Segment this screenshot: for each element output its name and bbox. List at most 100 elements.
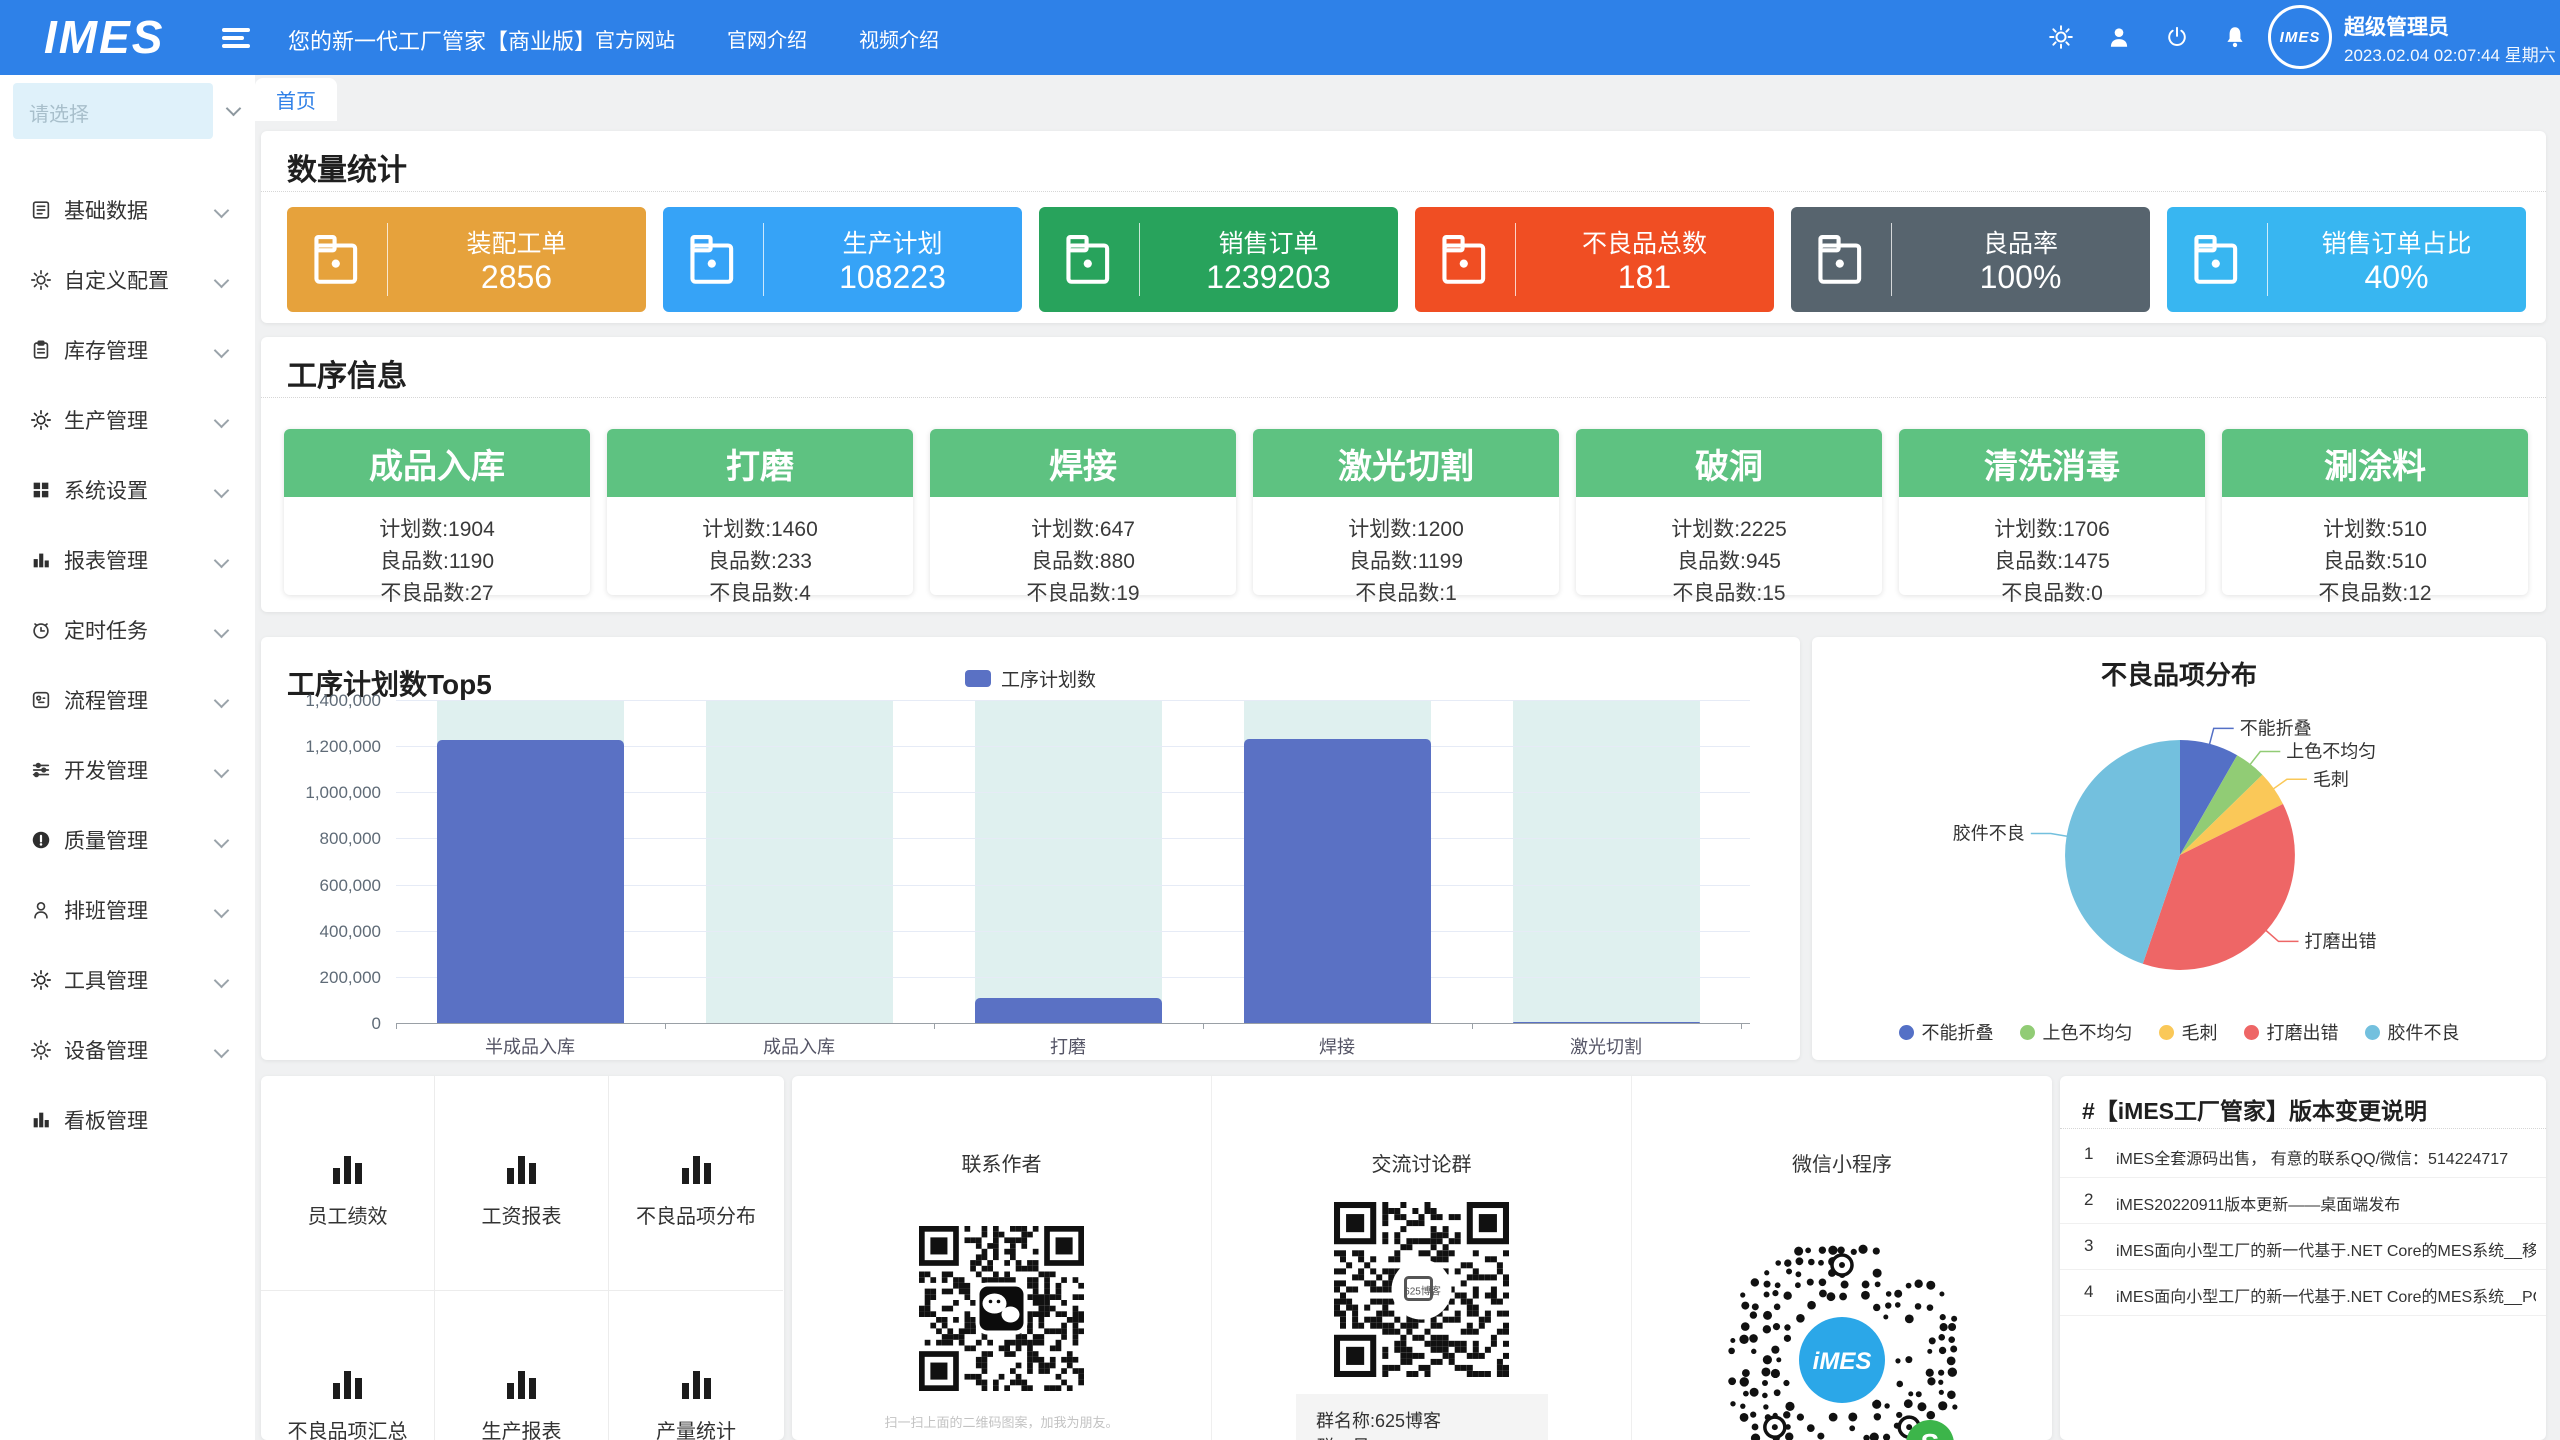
x-axis xyxy=(396,1023,1750,1024)
stat-card-1[interactable]: 装配工单2856 xyxy=(287,207,646,312)
archive-icon xyxy=(2167,207,2267,312)
avatar[interactable]: IMES xyxy=(2268,5,2332,69)
pie-label: 上色不均匀 xyxy=(2286,742,2376,762)
user-icon[interactable] xyxy=(2106,24,2132,50)
process-card-3[interactable]: 焊接计划数:647良品数:880不良品数:19 xyxy=(930,429,1236,595)
sidebar-item-12[interactable]: 工具管理 xyxy=(0,945,255,1015)
process-card-7[interactable]: 涮涂料计划数:510良品数:510不良品数:12 xyxy=(2222,429,2528,595)
report-item-5[interactable]: 生产报表 xyxy=(435,1291,609,1440)
changelog-row-number: 2 xyxy=(2084,1190,2093,1210)
x-axis-label: 激光切割 xyxy=(1516,1033,1696,1059)
sidebar-item-10[interactable]: 质量管理 xyxy=(0,805,255,875)
power-icon[interactable] xyxy=(2164,24,2190,50)
qr-panel: 联系作者 扫一扫上面的二维码图案，加我为朋友。 交流讨论群 625博客 群名称:… xyxy=(792,1076,2052,1440)
process-card-5[interactable]: 破洞计划数:2225良品数:945不良品数:15 xyxy=(1576,429,1882,595)
sidebar-item-3[interactable]: 库存管理 xyxy=(0,315,255,385)
stat-card-6[interactable]: 销售订单占比40% xyxy=(2167,207,2526,312)
legend-label: 不能折叠 xyxy=(1922,1019,1994,1045)
sidebar-item-8[interactable]: 流程管理 xyxy=(0,665,255,735)
changelog-row-text: iMES面向小型工厂的新一代基于.NET Core的MES系统__移动端 xyxy=(2116,1237,2536,1261)
group-qr-code: 625博客 xyxy=(1334,1202,1509,1382)
hamburger-menu-icon[interactable] xyxy=(222,28,250,48)
flow-icon xyxy=(30,689,52,711)
changelog-row-number: 1 xyxy=(2084,1144,2093,1164)
tab-strip: 首页 xyxy=(255,75,2560,121)
chevron-down-icon xyxy=(214,272,230,288)
svg-text:625博客: 625博客 xyxy=(1404,1285,1441,1298)
header-nav-link-2[interactable]: 官网介绍 xyxy=(727,24,807,53)
user-role: 超级管理员 xyxy=(2344,11,2449,41)
bar-chart-icon xyxy=(435,1369,608,1399)
changelog-row-2[interactable]: 2iMES20220911版本更新——桌面端发布 xyxy=(2060,1178,2546,1224)
sidebar-item-7[interactable]: 定时任务 xyxy=(0,595,255,665)
bell-icon[interactable] xyxy=(2222,24,2248,50)
sidebar-item-13[interactable]: 设备管理 xyxy=(0,1015,255,1085)
stat-card-label: 不良品总数 xyxy=(1515,224,1774,260)
stat-card-label: 良品率 xyxy=(1891,224,2150,260)
report-item-2[interactable]: 工资报表 xyxy=(435,1076,609,1291)
plan-count: 计划数:2225 xyxy=(1576,513,1882,543)
sidebar-item-label: 工具管理 xyxy=(64,965,148,995)
sidebar-item-9[interactable]: 开发管理 xyxy=(0,735,255,805)
legend-dot-icon xyxy=(1899,1025,1914,1040)
archive-icon xyxy=(287,207,387,312)
sidebar-item-4[interactable]: 生产管理 xyxy=(0,385,255,455)
process-card-1[interactable]: 成品入库计划数:1904良品数:1190不良品数:27 xyxy=(284,429,590,595)
good-count: 良品数:945 xyxy=(1576,545,1882,575)
legend-dot-icon xyxy=(2159,1025,2174,1040)
imes-dashboard: IMES 您的新一代工厂管家【商业版】 官方网站官网介绍视频介绍 IMES 超级… xyxy=(0,0,2560,1440)
process-card-name: 清洗消毒 xyxy=(1899,429,2205,497)
changelog-row-number: 4 xyxy=(2084,1282,2093,1302)
header-nav: 官方网站 官网介绍 视频介绍 xyxy=(595,24,939,53)
sidebar-item-1[interactable]: 基础数据 xyxy=(0,175,255,245)
stat-card-3[interactable]: 销售订单1239203 xyxy=(1039,207,1398,312)
stat-card-value: 40% xyxy=(2267,259,2526,296)
sidebar-item-11[interactable]: 排班管理 xyxy=(0,875,255,945)
pie-legend-item-2[interactable]: 上色不均匀 xyxy=(2020,1019,2133,1045)
report-item-label: 产量统计 xyxy=(609,1415,783,1440)
header-nav-link-3[interactable]: 视频介绍 xyxy=(859,24,939,53)
sidebar-item-label: 报表管理 xyxy=(64,545,148,575)
sidebar-search-select[interactable]: 请选择 xyxy=(13,83,213,139)
stat-card-5[interactable]: 良品率100% xyxy=(1791,207,2150,312)
good-count: 良品数:233 xyxy=(607,545,913,575)
changelog-row-number: 3 xyxy=(2084,1236,2093,1256)
sidebar-menu: 基础数据自定义配置库存管理生产管理系统设置报表管理定时任务流程管理开发管理质量管… xyxy=(0,175,255,1155)
stat-card-4[interactable]: 不良品总数181 xyxy=(1415,207,1774,312)
stats-panel: 数量统计 装配工单2856生产计划108223销售订单1239203不良品总数1… xyxy=(261,131,2546,323)
tab-home[interactable]: 首页 xyxy=(255,78,337,121)
changelog-row-1[interactable]: 1iMES全套源码出售， 有意的联系QQ/微信：514224717 xyxy=(2060,1132,2546,1178)
changelog-row-3[interactable]: 3 iMES面向小型工厂的新一代基于.NET Core的MES系统__移动端 xyxy=(2060,1224,2546,1270)
report-item-3[interactable]: 不良品项分布 xyxy=(609,1076,783,1291)
sidebar-item-2[interactable]: 自定义配置 xyxy=(0,245,255,315)
report-item-6[interactable]: 产量统计 xyxy=(609,1291,783,1440)
pie-legend-item-3[interactable]: 毛刺 xyxy=(2159,1019,2218,1045)
report-item-4[interactable]: 不良品项汇总 xyxy=(261,1291,435,1440)
sidebar-item-5[interactable]: 系统设置 xyxy=(0,455,255,525)
stat-card-2[interactable]: 生产计划108223 xyxy=(663,207,1022,312)
top-header: IMES 您的新一代工厂管家【商业版】 官方网站官网介绍视频介绍 IMES 超级… xyxy=(0,0,2560,75)
chevron-down-icon xyxy=(214,552,230,568)
bad-count: 不良品数:4 xyxy=(607,577,913,607)
sidebar-item-6[interactable]: 报表管理 xyxy=(0,525,255,595)
process-card-4[interactable]: 激光切割计划数:1200良品数:1199不良品数:1 xyxy=(1253,429,1559,595)
sliders-icon xyxy=(30,759,52,781)
sidebar-item-label: 系统设置 xyxy=(64,475,148,505)
sidebar-item-14[interactable]: 看板管理 xyxy=(0,1085,255,1155)
qr-caption: 扫一扫上面的二维码图案，加我为朋友。 xyxy=(792,1412,1211,1431)
pie-legend-item-1[interactable]: 不能折叠 xyxy=(1899,1019,1994,1045)
stat-card-label: 销售订单 xyxy=(1139,224,1398,260)
y-axis-label: 1,000,000 xyxy=(261,783,381,803)
process-card-name: 破洞 xyxy=(1576,429,1882,497)
pie-legend-item-4[interactable]: 打磨出错 xyxy=(2244,1019,2339,1045)
sidebar-item-label: 质量管理 xyxy=(64,825,148,855)
process-card-2[interactable]: 打磨计划数:1460良品数:233不良品数:4 xyxy=(607,429,913,595)
pie-chart-legend: 不能折叠上色不均匀毛刺打磨出错胶件不良 xyxy=(1812,1019,2546,1045)
pie-legend-item-5[interactable]: 胶件不良 xyxy=(2365,1019,2460,1045)
gear-icon[interactable] xyxy=(2048,24,2074,50)
header-nav-link-1[interactable]: 官方网站 xyxy=(595,24,675,53)
changelog-row-4[interactable]: 4iMES面向小型工厂的新一代基于.NET Core的MES系统__PC端 xyxy=(2060,1270,2546,1316)
process-card-6[interactable]: 清洗消毒计划数:1706良品数:1475不良品数:0 xyxy=(1899,429,2205,595)
report-item-1[interactable]: 员工绩效 xyxy=(261,1076,435,1291)
stat-card-value: 108223 xyxy=(763,259,1022,296)
